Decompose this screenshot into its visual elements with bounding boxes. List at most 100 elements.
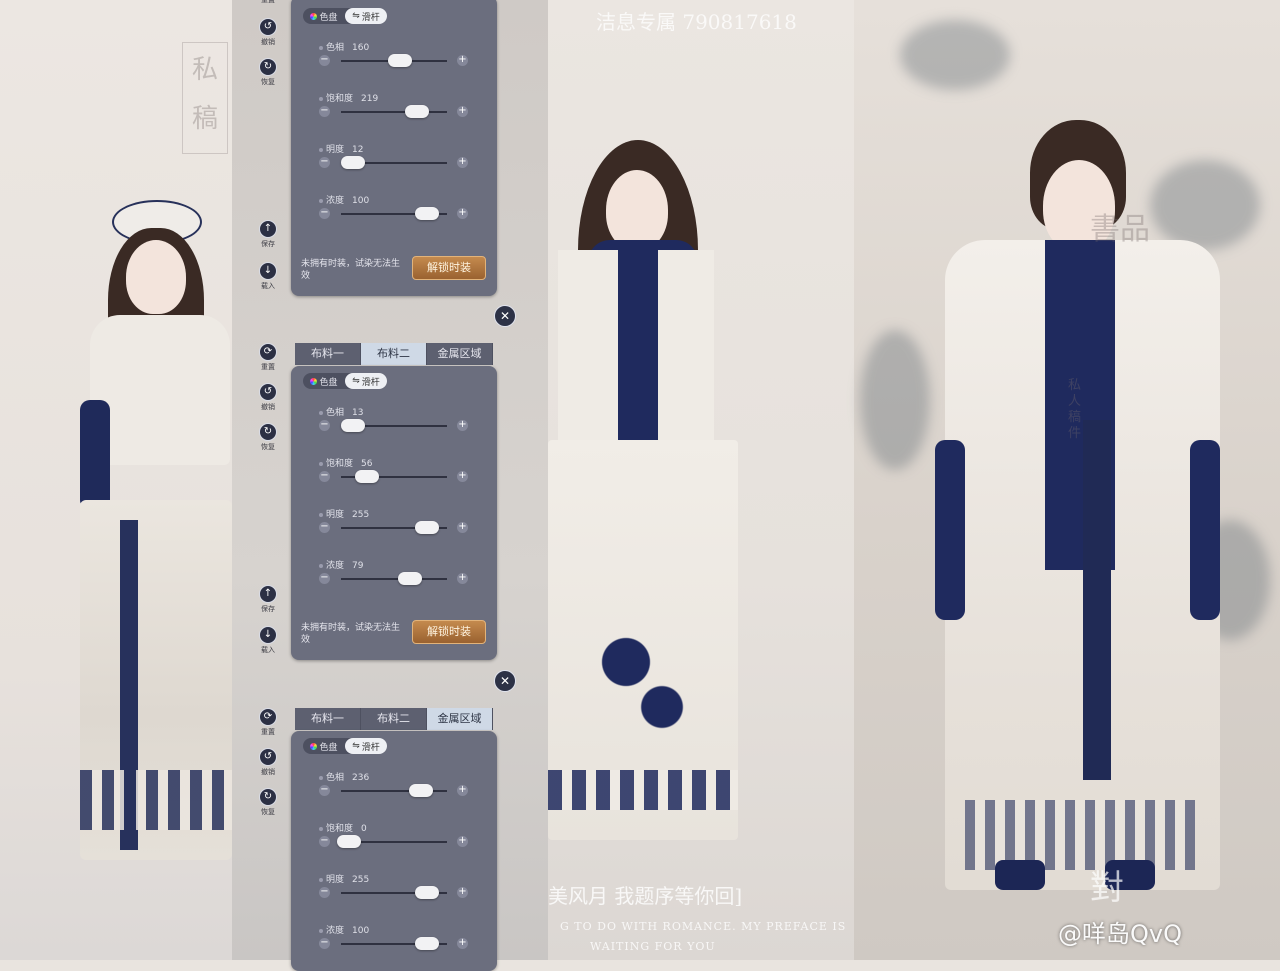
fabric-tabs: 布料一 布料二 金属区域 — [295, 343, 493, 365]
slider-label: 明度 — [326, 875, 345, 885]
slider-mode-tab[interactable]: ⇋ 滑杆 — [345, 373, 387, 389]
increase-button[interactable]: + — [457, 887, 468, 898]
increase-button[interactable]: + — [457, 420, 468, 431]
decrease-button[interactable]: − — [319, 573, 330, 584]
tab-fabric-1[interactable]: 布料一 — [295, 343, 361, 365]
palette-mode-tab[interactable]: 色盘 — [303, 8, 345, 24]
increase-button[interactable]: + — [457, 471, 468, 482]
decrease-button[interactable]: − — [319, 208, 330, 219]
restore-button[interactable]: ↻ 恢复 — [258, 788, 278, 817]
slider-thumb[interactable] — [415, 886, 440, 899]
slider-saturation: 饱和度 56 − + — [291, 456, 497, 502]
tab-metal-area[interactable]: 金属区域 — [427, 708, 493, 730]
save-label: 保存 — [261, 605, 275, 613]
restore-button[interactable]: ↻ 恢复 — [258, 423, 278, 452]
mode-toggle[interactable]: 色盘 ⇋ 滑杆 — [303, 373, 387, 389]
slider-thumb[interactable] — [415, 207, 440, 220]
slider-intensity: 浓度 100 − + — [291, 193, 497, 239]
slider-value: 236 — [352, 773, 370, 783]
close-button[interactable]: ✕ — [494, 670, 516, 692]
tab-fabric-2[interactable]: 布料二 — [361, 343, 427, 365]
decrease-button[interactable]: − — [319, 471, 330, 482]
increase-button[interactable]: + — [457, 836, 468, 847]
palette-mode-tab[interactable]: 色盘 — [303, 738, 345, 754]
undo-button[interactable]: ↺ 撤销 — [258, 18, 278, 47]
decrease-button[interactable]: − — [319, 887, 330, 898]
slider-value: 100 — [352, 196, 370, 206]
slider-value: 0 — [361, 824, 367, 834]
slider-thumb[interactable] — [405, 105, 430, 118]
decrease-button[interactable]: − — [319, 420, 330, 431]
increase-button[interactable]: + — [457, 157, 468, 168]
slider-thumb[interactable] — [415, 521, 440, 534]
slider-brightness: 明度 12 − + — [291, 142, 497, 188]
unlock-outfit-button[interactable]: 解锁时装 — [412, 256, 486, 280]
tab-metal-area[interactable]: 金属区域 — [427, 343, 493, 365]
load-button[interactable]: ↓ 载入 — [258, 626, 278, 655]
slider-thumb[interactable] — [355, 470, 380, 483]
slider-hue: 色相 13 − + — [291, 405, 497, 451]
slider-hue: 色相 236 − + — [291, 770, 497, 816]
slider-thumb[interactable] — [409, 784, 434, 797]
unlock-outfit-button[interactable]: 解锁时装 — [412, 620, 486, 644]
decrease-button[interactable]: − — [319, 938, 330, 949]
decrease-button[interactable]: − — [319, 785, 330, 796]
slider-thumb[interactable] — [398, 572, 423, 585]
slider-thumb[interactable] — [337, 835, 361, 848]
slider-saturation: 饱和度 219 − + — [291, 91, 497, 137]
restore-label: 恢复 — [261, 808, 275, 816]
sleeve-left — [80, 400, 110, 510]
sash — [1083, 420, 1111, 780]
slider-brightness: 明度 255 − + — [291, 507, 497, 553]
slider-track[interactable] — [341, 578, 447, 580]
tab-fabric-2[interactable]: 布料二 — [361, 708, 427, 730]
reset-button[interactable]: ⟳ 重置 — [258, 343, 278, 372]
slider-brightness: 明度 255 − + — [291, 872, 497, 918]
slider-thumb[interactable] — [341, 419, 366, 432]
load-label: 载入 — [261, 646, 275, 654]
reset-button[interactable]: ⟳ 重置 — [258, 708, 278, 737]
slider-thumb[interactable] — [341, 156, 366, 169]
restore-label: 恢复 — [261, 78, 275, 86]
reset-button[interactable]: 重置 — [258, 0, 278, 5]
decrease-button[interactable]: − — [319, 106, 330, 117]
decrease-button[interactable]: − — [319, 522, 330, 533]
increase-button[interactable]: + — [457, 208, 468, 219]
decrease-button[interactable]: − — [319, 157, 330, 168]
decrease-button[interactable]: − — [319, 836, 330, 847]
close-button[interactable]: ✕ — [494, 305, 516, 327]
reset-label: 重置 — [261, 0, 275, 4]
color-wheel-icon — [310, 12, 318, 20]
increase-button[interactable]: + — [457, 55, 468, 66]
save-button[interactable]: ↑ 保存 — [258, 585, 278, 614]
save-button[interactable]: ↑ 保存 — [258, 220, 278, 249]
undo-button[interactable]: ↺ 撤销 — [258, 748, 278, 777]
palette-label: 色盘 — [319, 742, 338, 753]
mode-toggle[interactable]: 色盘 ⇋ 滑杆 — [303, 738, 387, 754]
download-icon: ↓ — [259, 262, 277, 280]
increase-button[interactable]: + — [457, 573, 468, 584]
increase-button[interactable]: + — [457, 106, 468, 117]
sleeve-left — [935, 440, 965, 620]
character-female-longhair — [548, 140, 768, 900]
decrease-button[interactable]: − — [319, 55, 330, 66]
increase-button[interactable]: + — [457, 522, 468, 533]
slider-mode-tab[interactable]: ⇋ 滑杆 — [345, 8, 387, 24]
load-button[interactable]: ↓ 载入 — [258, 262, 278, 291]
slider-track[interactable] — [341, 111, 447, 113]
mode-toggle[interactable]: 色盘 ⇋ 滑杆 — [303, 8, 387, 24]
slider-label: 浓度 — [326, 196, 345, 206]
increase-button[interactable]: + — [457, 785, 468, 796]
slider-thumb[interactable] — [415, 937, 440, 950]
slider-thumb[interactable] — [388, 54, 413, 67]
slider-label: 色相 — [326, 43, 345, 53]
slider-mode-tab[interactable]: ⇋ 滑杆 — [345, 738, 387, 754]
increase-button[interactable]: + — [457, 938, 468, 949]
slider-value: 12 — [352, 145, 364, 155]
palette-label: 色盘 — [319, 12, 338, 23]
save-label: 保存 — [261, 240, 275, 248]
palette-mode-tab[interactable]: 色盘 — [303, 373, 345, 389]
tab-fabric-1[interactable]: 布料一 — [295, 708, 361, 730]
restore-button[interactable]: ↻ 恢复 — [258, 58, 278, 87]
undo-button[interactable]: ↺ 撤销 — [258, 383, 278, 412]
